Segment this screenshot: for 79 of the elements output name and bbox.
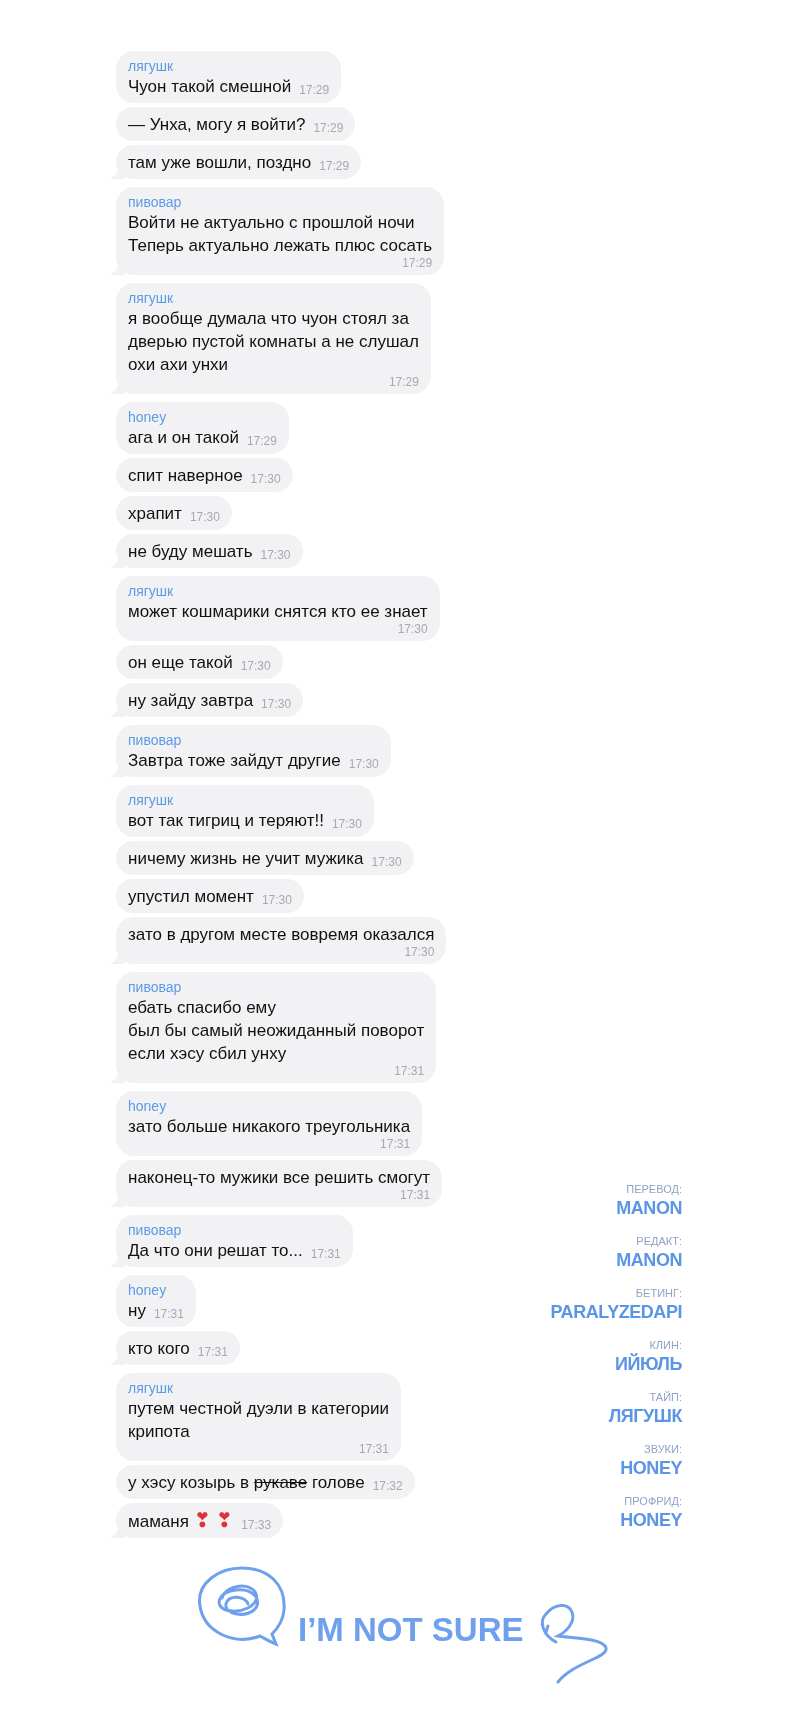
credit-name: MANON	[616, 1249, 682, 1272]
message-time: 17:30	[250, 472, 281, 486]
message-text: Чуон такой смешной	[128, 76, 292, 98]
message-time: 17:33	[241, 1518, 272, 1532]
message-time: 17:30	[404, 945, 435, 959]
message-text: Войти не актуально с прошлой ночи Теперь актуально лежать плюс сосать	[128, 212, 433, 257]
message-time: 17:31	[380, 1137, 411, 1151]
message-time: 17:31	[394, 1064, 425, 1078]
message-time: 17:29	[388, 375, 419, 389]
message-time: 17:30	[189, 510, 220, 524]
message-text: маманя ❣ ❣	[128, 1509, 234, 1533]
message-time: 17:29	[313, 121, 344, 135]
message-time: 17:31	[153, 1307, 184, 1321]
sender-name: лягушк	[128, 1379, 175, 1397]
sender-name: лягушк	[128, 791, 175, 809]
sender-name: пивовар	[128, 1221, 183, 1239]
credit-name: HONEY	[620, 1457, 682, 1480]
message-text: ага и он такой	[128, 427, 239, 449]
message-text: кто кого	[128, 1338, 190, 1360]
message-text: ну	[128, 1300, 146, 1322]
message-text: вот так тигриц и теряют!!	[128, 810, 324, 832]
message-text: ничему жизнь не учит мужика	[128, 848, 364, 870]
message-time: 17:30	[261, 893, 292, 907]
sender-name: пивовар	[128, 193, 183, 211]
credit-role: ПРОФРИД:	[624, 1494, 682, 1508]
message-text: наконец-то мужики все решить смогут	[128, 1167, 431, 1189]
message-text: — Унха, могу я войти?	[128, 114, 306, 136]
message-text: не буду мешать	[128, 541, 253, 563]
message-time: 17:32	[372, 1479, 403, 1493]
message-text: спит наверное	[128, 465, 243, 487]
message-text: храпит	[128, 503, 182, 525]
credit-role: ТАЙП:	[649, 1390, 682, 1404]
credit-role: КЛИН:	[649, 1338, 682, 1352]
message-text: Завтра тоже зайдут другие	[128, 750, 341, 772]
message-text: путем честной дуэли в категории крипота	[128, 1398, 389, 1443]
message-time: 17:30	[331, 817, 362, 831]
sender-name: пивовар	[128, 731, 183, 749]
sender-name: лягушк	[128, 57, 175, 75]
sender-name: honey	[128, 1281, 168, 1299]
message-time: 17:29	[402, 256, 433, 270]
sender-name: honey	[128, 408, 168, 426]
message-time: 17:31	[197, 1345, 228, 1359]
logo-text: I’M NOT SURE	[298, 1612, 524, 1648]
message-time: 17:31	[400, 1188, 431, 1202]
message-text: там уже вошли, поздно	[128, 152, 312, 174]
credit-name: ЛЯГУШК	[608, 1405, 682, 1428]
message-time: 17:31	[358, 1442, 389, 1456]
message-text: может кошмарики снятся кто ее знает	[128, 601, 428, 623]
message-time: 17:29	[246, 434, 277, 448]
message-text: упустил момент	[128, 886, 254, 908]
message-text: ну зайду завтра	[128, 690, 254, 712]
credit-role: РЕДАКТ:	[636, 1234, 682, 1248]
credit-role: ПЕРЕВОД:	[626, 1182, 682, 1196]
message-time: 17:29	[319, 159, 350, 173]
message-time: 17:30	[261, 697, 292, 711]
message-text: он еще такой	[128, 652, 233, 674]
credit-name: PARALYZEDAPI	[550, 1301, 682, 1324]
credit-name: ИЙЮЛЬ	[614, 1352, 682, 1376]
message-time: 17:29	[299, 83, 330, 97]
message-time: 17:30	[240, 659, 271, 673]
credit-name: HONEY	[620, 1509, 682, 1532]
message-time: 17:30	[371, 855, 402, 869]
credit-name: MANON	[616, 1197, 682, 1220]
message-text: ебать спасибо ему был бы самый неожиданный поворот если хэсу сбил унху	[128, 997, 425, 1065]
message-text: Да что они решат то...	[128, 1240, 303, 1262]
sender-name: пивовар	[128, 978, 183, 996]
message-text: у хэсу козырь в рукаве голове	[128, 1472, 365, 1494]
message-time: 17:31	[310, 1247, 341, 1261]
credit-role: ЗВУКИ:	[644, 1442, 682, 1456]
message-time: 17:30	[397, 622, 428, 636]
message-time: 17:30	[260, 548, 291, 562]
sender-name: лягушк	[128, 582, 175, 600]
message-time: 17:30	[348, 757, 379, 771]
message-text: зато больше никакого треугольника	[128, 1116, 411, 1138]
sender-name: лягушк	[128, 289, 175, 307]
sender-name: honey	[128, 1097, 168, 1115]
message-text: я вообще думала что чуон стоял за дверью пустой комнаты а не слушал охи ахи унхи	[128, 308, 419, 376]
credit-role: БЕТИНГ:	[635, 1286, 682, 1300]
message-text: зато в другом месте вовремя оказался	[128, 924, 435, 946]
